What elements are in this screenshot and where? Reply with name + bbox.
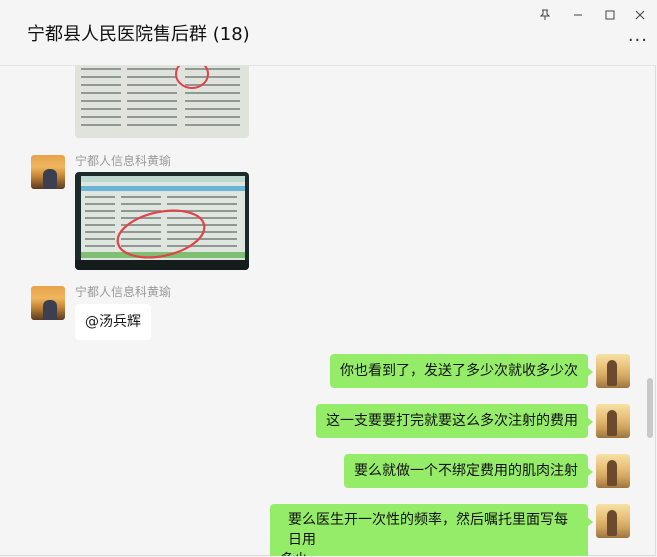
image-message[interactable] [75,66,249,138]
pin-icon[interactable] [531,4,559,26]
close-button[interactable] [626,4,654,26]
message-bubble[interactable]: @汤兵辉 [75,304,151,340]
avatar[interactable] [31,155,65,189]
avatar[interactable] [31,286,65,320]
sender-name: 宁都人信息科黄瑜 [75,285,172,299]
chat-header: 宁都县人民医院售后群 (18) ··· [0,0,656,66]
chat-title: 宁都县人民医院售后群 (18) [27,24,250,45]
image-message[interactable] [75,172,249,270]
message-line: 多少 [280,550,578,556]
avatar[interactable] [596,354,630,388]
more-options-icon[interactable]: ··· [628,30,648,51]
avatar[interactable] [596,404,630,438]
scrollbar[interactable] [647,378,653,438]
message-bubble[interactable]: 这一支要要打完就要这么多次注射的费用 [316,404,593,438]
message-bubble[interactable]: 要么就做一个不绑定费用的肌肉注射 [344,454,593,488]
minimize-button[interactable] [564,4,592,26]
chat-window: 宁都县人民医院售后群 (18) ··· 宁都人信息科黄瑜 宁都人信息科黄瑜 @汤… [0,0,656,556]
message-bubble[interactable]: 你也看到了，发送了多少次就收多少次 [330,354,593,388]
avatar[interactable] [596,504,630,538]
message-list[interactable]: 宁都人信息科黄瑜 宁都人信息科黄瑜 @汤兵辉 你也看到了，发送了多少次就收多少次… [0,66,656,556]
message-bubble[interactable]: 要么医生开一次性的频率，然后嘱托里面写每日用 多少 [270,504,593,556]
message-line: 要么医生开一次性的频率，然后嘱托里面写每日用 [288,512,568,548]
sender-name: 宁都人信息科黄瑜 [75,154,172,168]
avatar[interactable] [596,454,630,488]
maximize-button[interactable] [596,4,624,26]
